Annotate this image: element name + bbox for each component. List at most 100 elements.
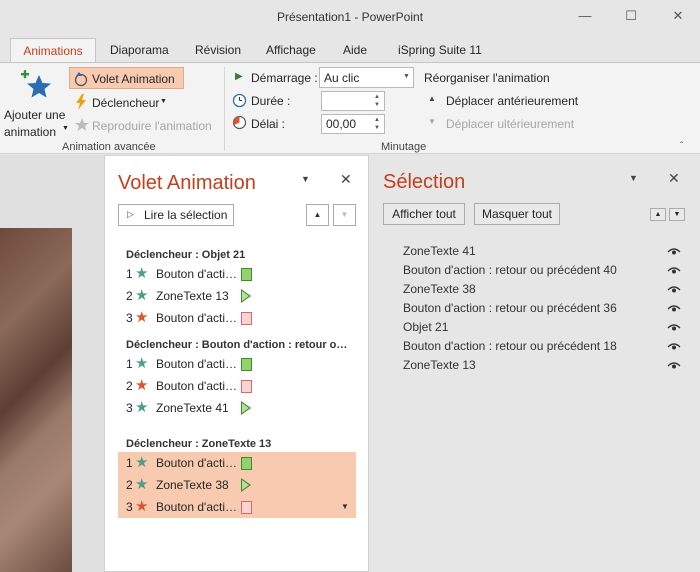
delay-field[interactable]: 00,00 ▲ ▼ [321, 114, 385, 134]
pane-options-icon[interactable]: ▼ [301, 174, 310, 184]
animation-order-number: 3 [126, 500, 133, 514]
animation-item[interactable]: 1 ★ Bouton d'acti… [118, 452, 356, 474]
item-dropdown-icon[interactable]: ▼ [341, 502, 349, 511]
exit-star-icon: ★ [135, 377, 149, 394]
group-label-timing: Minutage [381, 141, 427, 153]
move-down-button[interactable]: ▼ [333, 204, 356, 226]
bring-forward-button[interactable]: ▲ [650, 208, 666, 221]
spin-down-icon[interactable]: ▼ [372, 125, 382, 132]
start-label: Démarrage : [251, 71, 318, 85]
timeline-bar [241, 501, 252, 514]
move-earlier-label: Déplacer antérieurement [446, 94, 579, 108]
close-pane-icon[interactable]: ✕ [340, 171, 352, 188]
delay-label: Délai : [251, 117, 286, 131]
send-backward-button[interactable]: ▼ [669, 208, 685, 221]
close-button[interactable]: ✕ [664, 6, 692, 26]
trigger-group-header: Déclencheur : ZoneTexte 13 [126, 438, 272, 450]
animation-item[interactable]: 2 ★ ZoneTexte 13 [118, 285, 356, 307]
animation-item-label: Bouton d'acti… [156, 267, 238, 281]
pane-options-icon[interactable]: ▼ [629, 173, 638, 183]
spin-down-icon[interactable]: ▼ [372, 102, 382, 109]
title-bar: Présentation1 - PowerPoint — ☐ ✕ [0, 0, 700, 34]
spin-up-icon[interactable]: ▲ [372, 117, 382, 124]
selection-item[interactable]: Bouton d'action : retour ou précédent 18 [403, 339, 617, 353]
selection-item[interactable]: Bouton d'action : retour ou précédent 40 [403, 263, 617, 277]
visibility-eye-icon[interactable] [667, 267, 681, 275]
animation-item[interactable]: 3 ★ ZoneTexte 41 [118, 397, 356, 419]
selection-item[interactable]: Objet 21 [403, 320, 448, 334]
arrow-down-icon: ▼ [428, 117, 436, 126]
delay-value: 00,00 [326, 117, 357, 131]
visibility-eye-icon[interactable] [667, 248, 681, 256]
animation-pane-label: Volet Animation [92, 72, 175, 86]
animation-order-number: 3 [126, 401, 133, 415]
tab-animations[interactable]: Animations [10, 38, 96, 62]
animation-order-number: 2 [126, 289, 133, 303]
show-all-button[interactable]: Afficher tout [383, 203, 465, 225]
entrance-star-icon: ★ [135, 454, 149, 471]
animation-order-number: 2 [126, 379, 133, 393]
animation-item[interactable]: 1 ★ Bouton d'acti… [118, 263, 356, 285]
move-later-button[interactable]: ▼ Déplacer ultérieurement [428, 114, 578, 132]
maximize-button[interactable]: ☐ [617, 6, 645, 26]
move-earlier-button[interactable]: ▲ Déplacer antérieurement [428, 91, 578, 109]
animation-item-label: Bouton d'acti… [156, 379, 238, 393]
animation-item[interactable]: 2 ★ Bouton d'acti… [118, 375, 356, 397]
tab-affichage[interactable]: Affichage [260, 38, 322, 62]
tab-diaporama[interactable]: Diaporama [104, 38, 175, 62]
animation-painter-button[interactable]: Reproduire l'animation [72, 116, 217, 136]
entrance-star-icon: ★ [135, 355, 149, 372]
selection-item[interactable]: ZoneTexte 13 [403, 358, 476, 372]
animation-item[interactable]: 3 ★ Bouton d'acti… [118, 307, 356, 329]
timeline-bar [241, 457, 252, 470]
tab-ispring[interactable]: iSpring Suite 11 [392, 38, 488, 62]
tab-revision[interactable]: Révision [189, 38, 247, 62]
timeline-bar [241, 358, 252, 371]
collapse-ribbon-icon[interactable]: ˆ [680, 141, 683, 152]
animation-pane-toggle[interactable]: Volet Animation [69, 67, 184, 89]
hide-all-button[interactable]: Masquer tout [474, 203, 560, 225]
add-animation-label-2: animation [4, 125, 57, 139]
trigger-button[interactable]: Déclencheur ▼ [72, 93, 182, 113]
animation-item[interactable]: 3 ★ Bouton d'acti… ▼ [118, 496, 356, 518]
selection-item[interactable]: ZoneTexte 38 [403, 282, 476, 296]
animation-item-label: ZoneTexte 38 [156, 478, 229, 492]
animation-order-number: 3 [126, 311, 133, 325]
visibility-eye-icon[interactable] [667, 286, 681, 294]
selection-pane-title: Sélection [383, 171, 466, 193]
visibility-eye-icon[interactable] [667, 362, 681, 370]
tab-aide[interactable]: Aide [337, 38, 373, 62]
animation-item-label: ZoneTexte 41 [156, 401, 229, 415]
duration-field[interactable]: ▲ ▼ [321, 91, 385, 111]
animation-item-label: Bouton d'acti… [156, 456, 238, 470]
visibility-eye-icon[interactable] [667, 305, 681, 313]
chevron-down-icon: ▼ [403, 73, 410, 80]
timeline-triangle-icon [241, 289, 251, 303]
lightning-icon [76, 94, 86, 110]
selection-item[interactable]: ZoneTexte 41 [403, 244, 476, 258]
selection-pane: Sélection ▼ ✕ Afficher tout Masquer tout… [369, 155, 700, 572]
add-animation-button[interactable]: Ajouter une animation ▼ [2, 67, 69, 139]
play-icon: ▷ [127, 209, 134, 219]
timeline-bar [241, 380, 252, 393]
visibility-eye-icon[interactable] [667, 324, 681, 332]
visibility-eye-icon[interactable] [667, 343, 681, 351]
trigger-group-header: Déclencheur : Bouton d'action : retour o… [126, 339, 348, 351]
move-up-button[interactable]: ▲ [306, 204, 329, 226]
start-value: Au clic [324, 71, 360, 85]
timeline-triangle-icon [241, 401, 251, 415]
trigger-group-header: Déclencheur : Objet 21 [126, 249, 246, 261]
start-select[interactable]: Au clic ▼ [319, 67, 414, 88]
spin-up-icon[interactable]: ▲ [372, 94, 382, 101]
slide-image[interactable] [0, 228, 72, 572]
close-pane-icon[interactable]: ✕ [668, 170, 680, 187]
move-later-label: Déplacer ultérieurement [446, 117, 575, 131]
animation-item[interactable]: 2 ★ ZoneTexte 38 [118, 474, 356, 496]
minimize-button[interactable]: — [571, 6, 599, 26]
timeline-bar [241, 312, 252, 325]
play-selection-button[interactable]: ▷ Lire la sélection [118, 204, 234, 226]
group-label-advanced: Animation avancée [62, 141, 156, 153]
animation-painter-icon [75, 118, 89, 131]
selection-item[interactable]: Bouton d'action : retour ou précédent 36 [403, 301, 617, 315]
animation-item[interactable]: 1 ★ Bouton d'acti… [118, 353, 356, 375]
